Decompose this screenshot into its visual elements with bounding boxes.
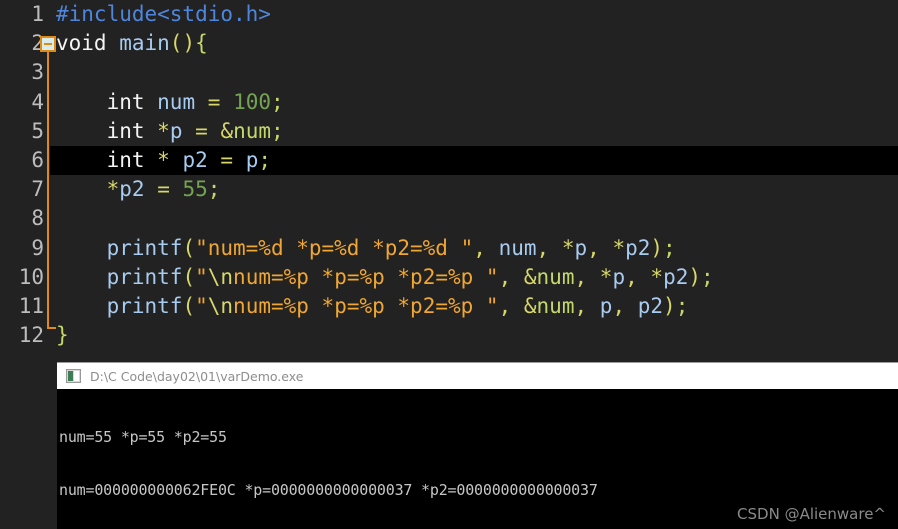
line-number: 1 [31,2,44,26]
line-content: int * p2 = p; [106,147,272,172]
console-titlebar[interactable]: D:\C Code\day02\01\varDemo.exe [57,362,898,389]
line-content: int *p = &num; [106,118,284,143]
line-number: 7 [31,177,44,202]
console-icon-block-right [74,371,79,381]
code-line[interactable]: 4 int num = 100; [0,88,898,117]
line-content: printf("\nnum=%p *p=%p *p2=%p ", &num, *… [106,264,714,289]
code-fold-rail [47,46,49,329]
code-line[interactable]: 7 *p2 = 55; [0,175,898,204]
code-editor[interactable]: 1 #include<stdio.h> 2 void main(){ 3 4 i… [0,0,898,356]
line-number: 8 [31,206,44,231]
console-title-label: D:\C Code\day02\01\varDemo.exe [90,368,304,384]
minus-glyph [44,42,52,45]
code-line[interactable]: 11 printf("\nnum=%p *p=%p *p2=%p ", &num… [0,292,898,321]
line-content: } [56,323,69,348]
screenshot-root: 1 #include<stdio.h> 2 void main(){ 3 4 i… [0,0,898,529]
code-line[interactable]: 1 #include<stdio.h> [0,0,898,29]
line-content: #include<stdio.h> [56,2,271,26]
console-output-line: num=000000000062FE0C *p=0000000000000037… [59,480,598,499]
line-content: printf("\nnum=%p *p=%p *p2=%p ", &num, p… [106,293,689,318]
line-number: 12 [18,323,44,348]
line-number: 11 [18,293,44,318]
code-line[interactable]: 3 [0,58,898,87]
console-app-icon [66,369,81,383]
code-line[interactable]: 5 int *p = &num; [0,117,898,146]
line-number: 2 [31,31,44,56]
code-line[interactable]: 2 void main(){ [0,29,898,58]
line-number: 4 [31,89,44,114]
line-number: 6 [31,147,44,172]
code-fold-foot [47,327,56,329]
line-number: 9 [31,235,44,260]
line-content: *p2 = 55; [106,177,221,202]
console-output-line: num=55 *p=55 *p2=55 [59,428,227,446]
fold-collapse-icon[interactable] [40,36,56,52]
csdn-watermark: CSDN @Alienware^ [737,505,886,523]
console-window[interactable]: D:\C Code\day02\01\varDemo.exe num=55 *p… [57,362,898,529]
code-line-highlighted[interactable]: 6 int * p2 = p; [0,145,898,176]
line-content: void main(){ [56,31,208,56]
code-line[interactable]: 10 printf("\nnum=%p *p=%p *p2=%p ", &num… [0,263,898,292]
code-line[interactable]: 9 printf("num=%d *p=%d *p2=%d ", num, *p… [0,234,898,263]
code-line[interactable]: 12 } [0,321,898,350]
code-line[interactable]: 8 [0,204,898,233]
line-number: 10 [18,264,44,289]
line-number: 3 [31,60,44,85]
line-number: 5 [31,118,44,143]
line-content: printf("num=%d *p=%d *p2=%d ", num, *p, … [106,235,676,260]
console-icon-block-left [68,371,73,381]
line-content: int num = 100; [106,89,284,114]
